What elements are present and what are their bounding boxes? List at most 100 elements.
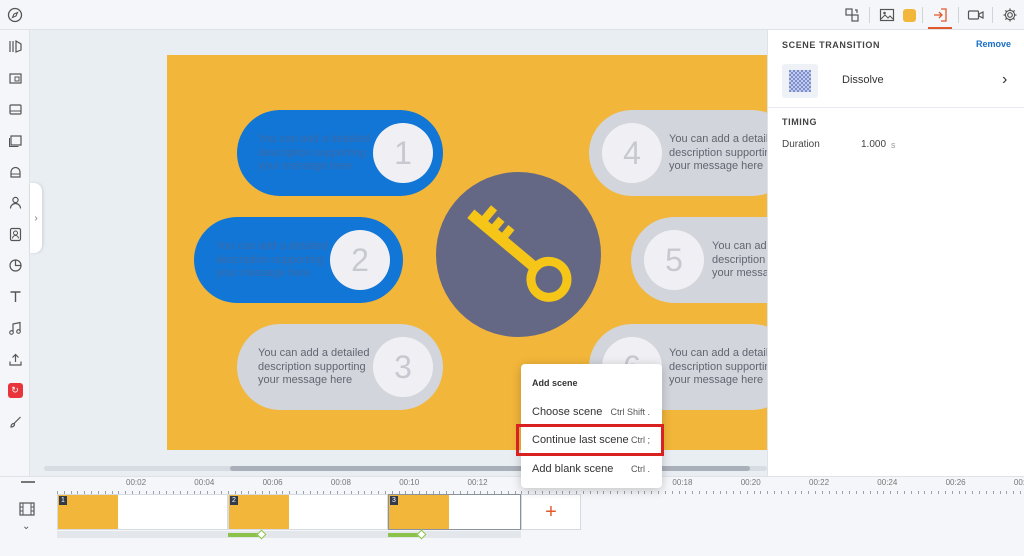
ruler-tick: [712, 491, 714, 494]
ruler-tick: [903, 491, 905, 494]
key-circle[interactable]: [436, 172, 601, 337]
timeline-clip-1[interactable]: 1: [57, 494, 228, 530]
ruler-tick: [705, 491, 707, 494]
sidebar-expand-handle[interactable]: ›: [30, 183, 42, 253]
ruler-tick: [972, 491, 974, 494]
ruler-tick: [821, 491, 823, 494]
character-icon[interactable]: [5, 161, 25, 181]
ruler-tick: [596, 491, 598, 494]
ruler-tick: [897, 491, 899, 494]
chevron-right-icon[interactable]: ›: [1002, 71, 1007, 89]
person-icon[interactable]: [5, 192, 25, 212]
video-camera-icon[interactable]: [966, 5, 986, 25]
timeline-clip-2[interactable]: 2: [228, 494, 388, 530]
image-icon[interactable]: [877, 5, 897, 25]
slide-canvas[interactable]: You can add a detailed description suppo…: [167, 55, 767, 450]
timing-title: TIMING: [782, 117, 818, 127]
portrait-icon[interactable]: [5, 224, 25, 244]
ruler-tick: [958, 491, 960, 494]
scene-icon[interactable]: [5, 68, 25, 88]
menu-item-label: Add blank scene: [532, 463, 614, 475]
key-icon: [467, 205, 572, 302]
ruler-tick: [815, 491, 817, 494]
timeline-clip-3[interactable]: 3: [388, 494, 521, 530]
ruler-tick: [746, 491, 748, 494]
ruler-tick: [787, 491, 789, 494]
ruler-tick: [965, 491, 967, 494]
ruler-tick: [685, 491, 687, 494]
ruler-tick: [733, 491, 735, 494]
ruler-tick: [699, 491, 701, 494]
duration-input[interactable]: 1.000: [861, 139, 886, 150]
upload-icon[interactable]: [5, 349, 25, 369]
ruler-tick: [944, 491, 946, 494]
left-sidebar: ↻: [0, 30, 30, 476]
ruler-tick: [774, 491, 776, 494]
menu-item-choose-scene[interactable]: Choose scene Ctrl Shift .: [521, 401, 662, 423]
menu-title: Add scene: [532, 378, 578, 388]
scene-transition-panel: SCENE TRANSITION Remove Dissolve › TIMIN…: [767, 30, 1024, 476]
text-icon[interactable]: [5, 286, 25, 306]
remove-link[interactable]: Remove: [976, 39, 1011, 49]
layout-icon[interactable]: [5, 36, 25, 56]
clip-number: 2: [230, 496, 238, 505]
ruler-tick: [589, 491, 591, 494]
ruler-tick: [883, 491, 885, 494]
active-tab-indicator: [928, 27, 952, 29]
media-icon[interactable]: [5, 99, 25, 119]
ruler-tick: [828, 491, 830, 494]
pill-4[interactable]: 4 You can add a detailed description sup…: [589, 110, 767, 196]
ruler-tick-label: 00:06: [262, 478, 283, 487]
pill-text: You can add a detailed description suppo…: [216, 240, 328, 279]
dissolve-pattern-icon: [789, 70, 811, 92]
ruler-tick: [849, 491, 851, 494]
ruler-tick-label: 00:26: [945, 478, 966, 487]
highlight-annotation: [516, 424, 664, 456]
slides-icon[interactable]: [5, 130, 25, 150]
ruler-tick-label: 00:10: [399, 478, 420, 487]
canvas-scrollbar-thumb[interactable]: [230, 466, 750, 471]
filmstrip-icon[interactable]: [19, 502, 35, 521]
ruler-tick-label: 00:18: [672, 478, 693, 487]
add-scene-button[interactable]: +: [521, 494, 581, 530]
transition-enter-icon[interactable]: [930, 5, 950, 25]
pill-number: 4: [602, 123, 662, 183]
ruler-tick: [760, 491, 762, 494]
duration-label: Duration: [782, 139, 820, 150]
chart-icon[interactable]: [5, 255, 25, 275]
timeline-collapse-handle[interactable]: [21, 481, 35, 483]
ruler-tick: [835, 491, 837, 494]
transition-name: Dissolve: [842, 74, 884, 86]
ruler-tick-label: 00:12: [467, 478, 488, 487]
pill-number: 1: [373, 123, 433, 183]
brush-icon[interactable]: [5, 412, 25, 432]
ruler-tick: [692, 491, 694, 494]
ruler-tick: [794, 491, 796, 494]
clip-number: 1: [59, 496, 67, 505]
transition-thumbnail[interactable]: [782, 64, 818, 98]
ruler-tick: [644, 491, 646, 494]
app-icon[interactable]: ↻: [5, 380, 25, 400]
pill-5[interactable]: 5 You can add a detailed description sup…: [631, 217, 767, 303]
chevron-down-icon[interactable]: ⌄: [22, 521, 30, 532]
compass-icon[interactable]: [5, 5, 25, 25]
pill-3[interactable]: You can add a detailed description suppo…: [237, 324, 443, 410]
chevron-right-icon: ›: [34, 212, 38, 224]
music-icon[interactable]: [5, 318, 25, 338]
clip-thumbnail: [58, 495, 118, 529]
ruler-tick: [862, 491, 864, 494]
ruler-tick: [1013, 491, 1015, 494]
panel-divider: [768, 107, 1024, 108]
pill-text: You can add a detailed description suppo…: [669, 347, 767, 386]
swap-icon[interactable]: [842, 5, 862, 25]
ruler-tick: [808, 491, 810, 494]
pill-1[interactable]: You can add a detailed description suppo…: [237, 110, 443, 196]
ruler-tick: [719, 491, 721, 494]
ruler-tick: [1020, 491, 1022, 494]
color-swatch-icon[interactable]: [899, 5, 919, 25]
ruler-tick: [617, 491, 619, 494]
menu-item-add-blank-scene[interactable]: Add blank scene Ctrl .: [521, 458, 662, 480]
pill-2[interactable]: You can add a detailed description suppo…: [194, 217, 403, 303]
ruler-tick: [767, 491, 769, 494]
gear-icon[interactable]: [1000, 5, 1020, 25]
